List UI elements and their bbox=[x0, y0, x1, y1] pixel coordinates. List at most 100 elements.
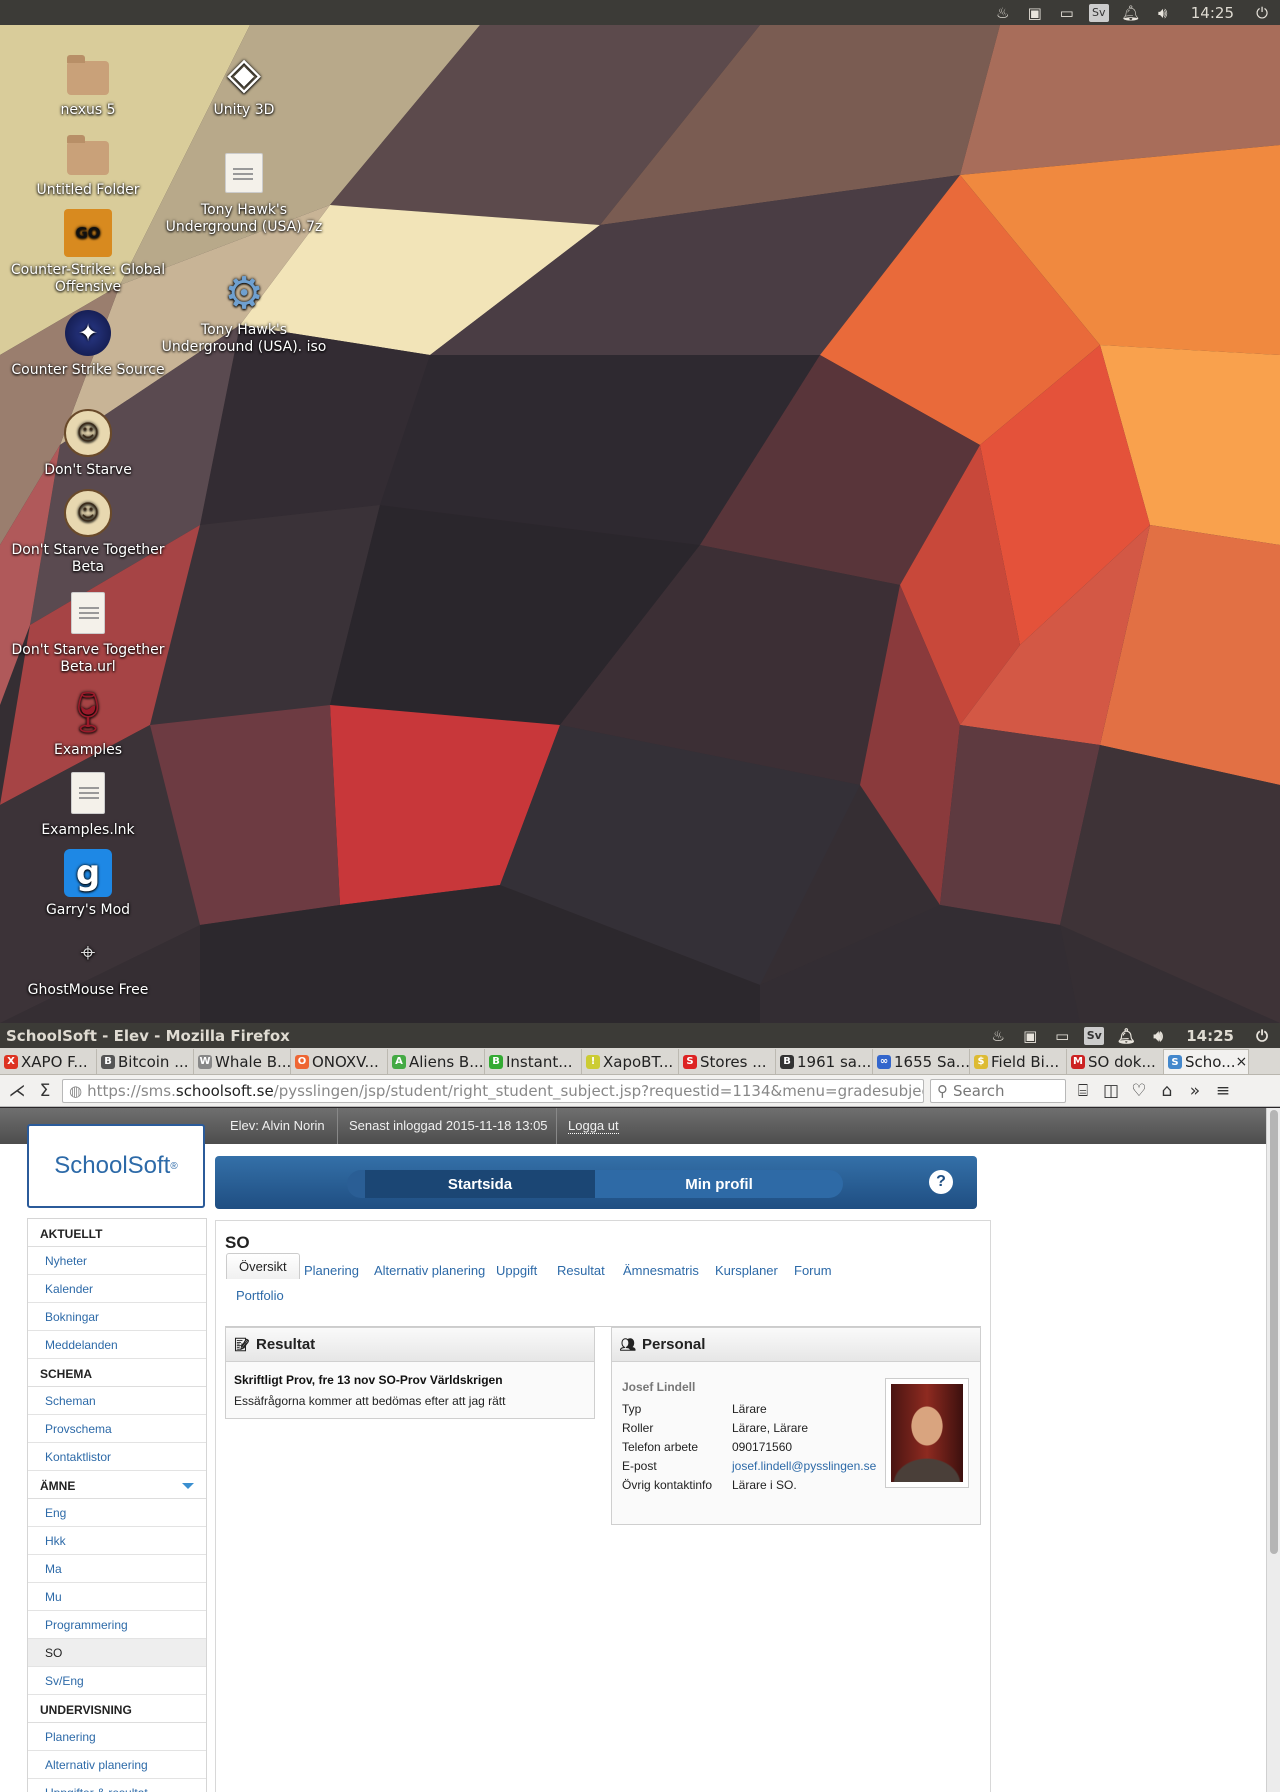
sidebar-item[interactable]: Sv/Eng bbox=[28, 1667, 206, 1695]
help-button[interactable]: ? bbox=[929, 1170, 953, 1194]
browser-tab[interactable]: S Stores ... bbox=[679, 1049, 776, 1074]
search-bar[interactable]: ⚲ Search bbox=[930, 1078, 1066, 1103]
desktop-icon[interactable]: 🍷︎ Examples bbox=[3, 688, 173, 759]
desktop-icon[interactable]: ⚙ Tony Hawk's Underground (USA). iso bbox=[159, 268, 329, 356]
window-icon[interactable]: ▭ bbox=[1052, 1027, 1072, 1045]
subject-tab[interactable]: Ämnesmatris bbox=[623, 1263, 699, 1278]
sidebar-item[interactable]: SO bbox=[28, 1639, 206, 1667]
display-icon[interactable]: ▣ bbox=[1020, 1027, 1040, 1045]
subject-tab[interactable]: Portfolio bbox=[236, 1288, 284, 1303]
browser-tab[interactable]: O ONOXV... bbox=[291, 1049, 388, 1074]
sidebar-item[interactable]: Scheman bbox=[28, 1387, 206, 1415]
sidebar-item[interactable]: Programmering bbox=[28, 1611, 206, 1639]
steam-icon[interactable]: ♨ bbox=[988, 1027, 1008, 1045]
clock[interactable]: 14:25 bbox=[1191, 4, 1234, 22]
sidebar-item-label: Programmering bbox=[45, 1618, 128, 1632]
browser-tab[interactable]: ! XapoBT... bbox=[582, 1049, 679, 1074]
desktop-icon[interactable]: GO Counter-Strike: Global Offensive bbox=[3, 208, 173, 296]
keyboard-layout-icon[interactable]: Sv bbox=[1084, 1026, 1105, 1045]
desktop-icon[interactable]: Untitled Folder bbox=[3, 128, 173, 199]
menu-min-profil[interactable]: Min profil bbox=[595, 1170, 843, 1198]
browser-tab[interactable]: W Whale B... bbox=[194, 1049, 291, 1074]
subject-tab[interactable]: Kursplaner bbox=[715, 1263, 778, 1278]
browser-tab[interactable]: B 1961 sa... bbox=[776, 1049, 873, 1074]
url-bar[interactable]: ◍ https://sms. schoolsoft.se/pysslingen/j… bbox=[62, 1078, 924, 1103]
scrollbar-thumb[interactable] bbox=[1270, 1110, 1278, 1554]
browser-tab[interactable]: B Instant... bbox=[485, 1049, 582, 1074]
email-link[interactable]: josef.lindell@pysslingen.se bbox=[732, 1459, 876, 1473]
subject-tab[interactable]: Resultat bbox=[557, 1263, 605, 1278]
subject-tab[interactable]: Alternativ planering bbox=[374, 1263, 485, 1278]
browser-tab[interactable]: $ Field Bi... bbox=[970, 1049, 1067, 1074]
subject-tab[interactable]: Uppgift bbox=[496, 1263, 537, 1278]
system-tray: ♨ ▣ ▭ Sv 🔔︎ 🔊︎ 14:25 ⏻ bbox=[993, 0, 1280, 25]
power-icon[interactable]: ⏻ bbox=[1252, 4, 1272, 22]
sidebar-item[interactable]: Kalender bbox=[28, 1275, 206, 1303]
keyboard-layout-icon[interactable]: Sv bbox=[1088, 3, 1109, 22]
browser-tab[interactable]: B Bitcoin ... bbox=[97, 1049, 194, 1074]
desktop-icon[interactable]: ⌖ GhostMouse Free bbox=[3, 928, 173, 999]
result-box-header: 📝︎ Resultat bbox=[226, 1328, 594, 1362]
subject-tab[interactable]: Forum bbox=[794, 1263, 832, 1278]
sidebar-item[interactable]: Mu bbox=[28, 1583, 206, 1611]
subject-panel: SO Översikt Planering Alternativ planering… bbox=[215, 1220, 991, 1792]
reader-icon[interactable]: ◫ bbox=[1100, 1080, 1122, 1102]
overflow-icon[interactable]: » bbox=[1184, 1080, 1206, 1102]
bell-icon[interactable]: 🔔︎ bbox=[1116, 1027, 1136, 1045]
browser-tab[interactable]: X XAPO F... bbox=[0, 1049, 97, 1074]
sidebar-item[interactable]: Planering bbox=[28, 1723, 206, 1751]
sidebar-item[interactable]: Bokningar bbox=[28, 1303, 206, 1331]
desktop-icon[interactable]: nexus 5 bbox=[3, 48, 173, 119]
menu-icon[interactable]: ≡ bbox=[1212, 1080, 1234, 1102]
display-icon[interactable]: ▣ bbox=[1025, 4, 1045, 22]
browser-tab[interactable]: ∞ 1655 Sa... bbox=[873, 1049, 970, 1074]
desktop-icon-label: Examples bbox=[53, 742, 123, 758]
bookmark-icon[interactable]: ⌸ bbox=[1072, 1080, 1094, 1102]
desktop-icon[interactable]: ✦ Counter Strike Source bbox=[3, 308, 173, 379]
desktop-icon[interactable]: g Garry's Mod bbox=[3, 848, 173, 919]
close-tab-icon[interactable]: × bbox=[1236, 1054, 1248, 1070]
desktop-icon[interactable]: ☺ Don't Starve bbox=[3, 408, 173, 479]
page-scrollbar[interactable] bbox=[1266, 1108, 1280, 1792]
sidebar-item[interactable]: Ma bbox=[28, 1555, 206, 1583]
desktop-icon[interactable]: Tony Hawk's Underground (USA).7z bbox=[159, 148, 329, 236]
steam-icon[interactable]: ♨ bbox=[993, 4, 1013, 22]
pocket-icon[interactable]: ♡ bbox=[1128, 1080, 1150, 1102]
desktop-icon[interactable]: Examples.lnk bbox=[3, 768, 173, 839]
power-icon[interactable]: ⏻ bbox=[1252, 1027, 1272, 1045]
window-icon[interactable]: ▭ bbox=[1057, 4, 1077, 22]
logout-link[interactable]: Logga ut bbox=[568, 1118, 619, 1134]
browser-tab[interactable]: S Scho... × bbox=[1164, 1049, 1249, 1074]
sidebar-item[interactable]: Hkk bbox=[28, 1527, 206, 1555]
window-titlebar[interactable]: SchoolSoft - Elev - Mozilla Firefox ♨ ▣ … bbox=[0, 1023, 1280, 1048]
desktop-icon[interactable]: ☺ Don't Starve Together Beta bbox=[3, 488, 173, 576]
subject-tab[interactable]: Översikt bbox=[226, 1253, 300, 1279]
back-icon[interactable]: ⋌ bbox=[6, 1080, 28, 1102]
system-tray: ♨ ▣ ▭ Sv 🔔︎ 🔊︎ 14:25 ⏻ bbox=[988, 1023, 1280, 1048]
sidebar-item[interactable]: Eng bbox=[28, 1499, 206, 1527]
volume-icon[interactable]: 🔊︎ bbox=[1153, 4, 1173, 22]
schoolsoft-logo[interactable]: SchoolSoft ® bbox=[27, 1124, 205, 1208]
sidebar-item[interactable]: Alternativ planering bbox=[28, 1751, 206, 1779]
home-icon[interactable]: ⌂ bbox=[1156, 1080, 1178, 1102]
chevron-down-icon[interactable] bbox=[182, 1483, 194, 1489]
sidebar-item[interactable]: Uppgifter & resultat bbox=[28, 1779, 206, 1792]
favicon-icon: S bbox=[683, 1054, 697, 1069]
field-label: Övrig kontaktinfo bbox=[622, 1478, 713, 1492]
sidebar-item-label: Uppgifter & resultat bbox=[45, 1786, 148, 1792]
menu-startsida[interactable]: Startsida bbox=[365, 1170, 595, 1198]
browser-tab[interactable]: M SO dok... bbox=[1067, 1049, 1164, 1074]
sidebar-item[interactable]: Kontaktlistor bbox=[28, 1443, 206, 1471]
volume-icon[interactable]: 🔊︎ bbox=[1148, 1027, 1168, 1045]
desktop-icon[interactable]: ◈ Unity 3D bbox=[159, 48, 329, 119]
desktop-icon[interactable]: Don't Starve Together Beta.url bbox=[3, 588, 173, 676]
subject-tab[interactable]: Planering bbox=[304, 1263, 359, 1278]
clock[interactable]: 14:25 bbox=[1186, 1027, 1234, 1045]
bell-icon[interactable]: 🔔︎ bbox=[1121, 4, 1141, 22]
sidebar-item[interactable]: Nyheter bbox=[28, 1247, 206, 1275]
browser-tab[interactable]: A Aliens B... bbox=[388, 1049, 485, 1074]
sidebar-item[interactable]: Meddelanden bbox=[28, 1331, 206, 1359]
forward-icon[interactable]: Σ bbox=[34, 1080, 56, 1102]
page-title: SO bbox=[225, 1233, 250, 1252]
sidebar-item[interactable]: Provschema bbox=[28, 1415, 206, 1443]
